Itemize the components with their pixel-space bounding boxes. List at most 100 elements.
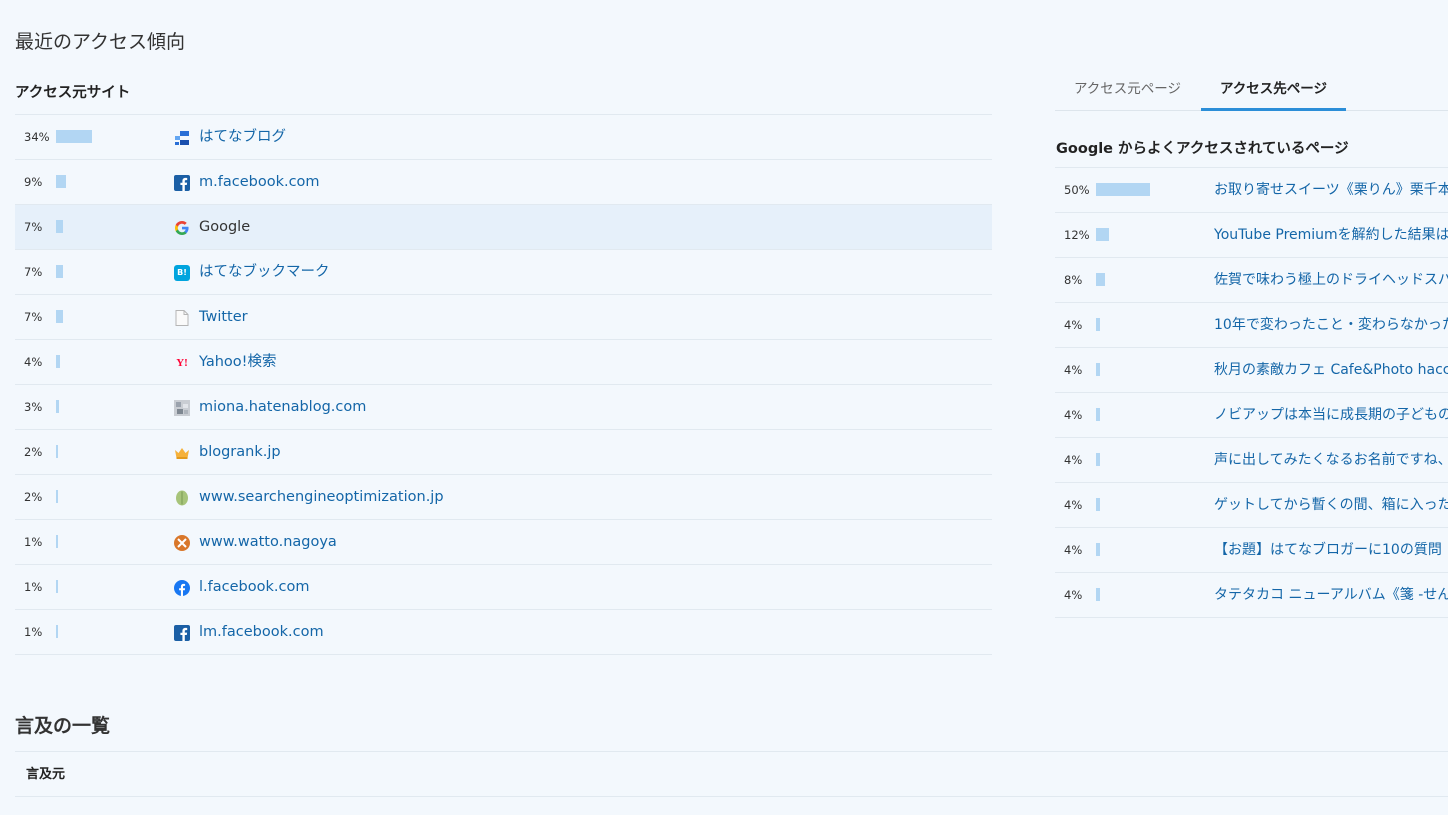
page-percent: 4% [1064,498,1083,512]
document-icon [174,310,190,326]
page-row: 4% 10年で変わったこと・変わらなかった [1055,303,1448,348]
source-share-bar [56,625,58,638]
page-percent: 12% [1064,228,1090,242]
page-share-bar [1096,183,1150,196]
page-row: 4% 秋月の素敵カフェ Cafe&Photo hacc [1055,348,1448,393]
page-share-bar [1096,273,1105,286]
source-row: 7% Twitter [15,295,992,340]
source-row: 1% www.watto.nagoya [15,520,992,565]
source-percent: 3% [24,400,43,414]
source-link[interactable]: blogrank.jp [199,430,281,475]
source-row: 7% B! はてなブックマーク [15,250,992,295]
source-percent: 2% [24,445,43,459]
source-link[interactable]: lm.facebook.com [199,610,324,655]
page-percent: 4% [1064,588,1083,602]
hatena-bookmark-icon: B! [174,265,190,281]
source-percent: 7% [24,220,43,234]
page-share-bar [1096,408,1100,421]
source-row: 7% Google [15,205,992,250]
page-share-bar [1096,318,1100,331]
hatena-blog-icon [174,130,190,146]
source-link[interactable]: l.facebook.com [199,565,309,610]
source-share-bar [56,310,63,323]
source-share-bar [56,535,58,548]
page-share-bar [1096,363,1100,376]
page-link[interactable]: タテタカコ ニューアルバム《箋 -せん [1214,573,1448,618]
source-percent: 1% [24,580,43,594]
page-row: 4% ノビアップは本当に成長期の子どもの [1055,393,1448,438]
source-row: 4% Y! Yahoo!検索 [15,340,992,385]
google-icon [174,220,190,236]
page-link[interactable]: ゲットしてから暫くの間、箱に入った [1214,483,1448,528]
source-share-bar [56,265,63,278]
source-row: 2% blogrank.jp [15,430,992,475]
page-percent: 4% [1064,318,1083,332]
source-link[interactable]: Yahoo!検索 [199,340,277,385]
source-link[interactable]: miona.hatenablog.com [199,385,366,430]
crown-icon [174,445,190,461]
source-link[interactable]: はてなブログ [199,115,286,160]
tab-referrer-pages[interactable]: アクセス元ページ [1055,70,1200,111]
page-link[interactable]: ノビアップは本当に成長期の子どもの [1214,393,1448,438]
source-link[interactable]: Twitter [199,295,248,340]
source-percent: 1% [24,535,43,549]
source-row: 1% l.facebook.com [15,565,992,610]
source-percent: 2% [24,490,43,504]
pages-heading: Google からよくアクセスされているページ [1056,141,1349,157]
sources-table: 34% はてなブログ 9% m.facebook.com 7% Google 7% B! はてな… [15,114,992,655]
source-share-bar [56,130,92,143]
page-row: 4% タテタカコ ニューアルバム《箋 -せん [1055,573,1448,618]
mentions-title: 言及の一覧 [15,715,111,737]
site-thumbnail-icon [174,400,190,416]
source-row: 2% www.searchengineoptimization.jp [15,475,992,520]
tab-landing-pages[interactable]: アクセス先ページ [1201,70,1346,111]
source-share-bar [56,580,58,593]
page-tabs: アクセス元ページ アクセス先ページ [1055,70,1448,111]
source-percent: 7% [24,310,43,324]
yahoo-icon: Y! [176,356,188,369]
source-percent: 4% [24,355,43,369]
page-percent: 4% [1064,453,1083,467]
page-row: 50% お取り寄せスイーツ《栗りん》栗千本 [1055,168,1448,213]
pages-table: 50% お取り寄せスイーツ《栗りん》栗千本 12% YouTube Premiumを解… [1055,167,1448,618]
leaf-icon [174,490,190,506]
page-link[interactable]: 【お題】はてなブロガーに10の質問 [1214,528,1442,573]
source-row: 1% lm.facebook.com [15,610,992,655]
source-link[interactable]: www.watto.nagoya [199,520,337,565]
source-link[interactable]: はてなブックマーク [199,250,330,295]
page-percent: 4% [1064,408,1083,422]
source-link[interactable]: www.searchengineoptimization.jp [199,475,444,520]
source-link[interactable]: m.facebook.com [199,160,320,205]
source-percent: 7% [24,265,43,279]
mentions-table: 言及元 [15,751,1448,797]
page-share-bar [1096,228,1109,241]
source-share-bar [56,175,66,188]
source-row: 9% m.facebook.com [15,160,992,205]
page-link[interactable]: YouTube Premiumを解約した結果は [1214,213,1448,258]
source-share-bar [56,355,60,368]
page-title: 最近のアクセス傾向 [15,31,186,53]
facebook-icon [174,625,190,641]
source-share-bar [56,445,58,458]
page-share-bar [1096,453,1100,466]
page-link[interactable]: 秋月の素敵カフェ Cafe&Photo hacc [1214,348,1448,393]
page-link[interactable]: お取り寄せスイーツ《栗りん》栗千本 [1214,168,1448,213]
source-share-bar [56,220,63,233]
access-trend-page: 最近のアクセス傾向 アクセス元サイト 34% はてなブログ 9% m.facebook… [0,0,1448,815]
source-share-bar [56,400,59,413]
source-percent: 34% [24,130,50,144]
source-link: Google [199,219,251,235]
source-percent: 9% [24,175,43,189]
page-link[interactable]: 声に出してみたくなるお名前ですね、 [1214,438,1448,483]
page-row: 8% 佐賀で味わう極上のドライヘッドスパ [1055,258,1448,303]
sources-heading: アクセス元サイト [15,85,131,101]
page-link[interactable]: 10年で変わったこと・変わらなかった [1214,303,1448,348]
page-link[interactable]: 佐賀で味わう極上のドライヘッドスパ [1214,258,1448,303]
page-percent: 8% [1064,273,1083,287]
page-share-bar [1096,498,1100,511]
page-percent: 4% [1064,543,1083,557]
source-percent: 1% [24,625,43,639]
watto-icon [174,535,190,551]
page-percent: 50% [1064,183,1090,197]
page-share-bar [1096,588,1100,601]
